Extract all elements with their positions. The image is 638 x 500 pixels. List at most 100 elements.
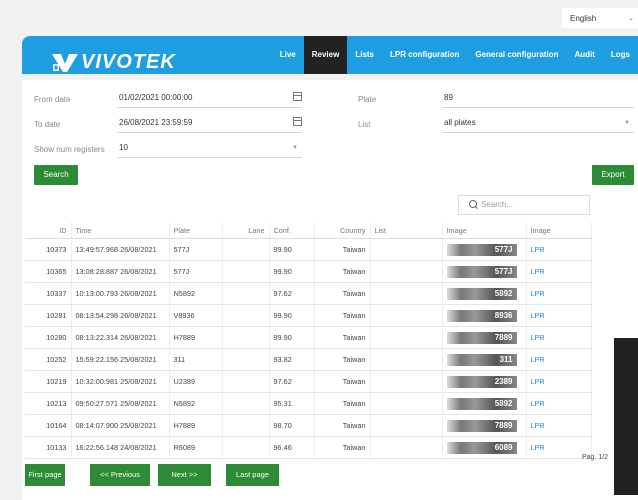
table-row[interactable]: 10337 10:13:00.793 26/08/2021 N5892 97.62 Ta… [25, 282, 592, 305]
search-button[interactable]: Search [34, 165, 78, 185]
lpr-link[interactable]: LPR [526, 304, 592, 327]
chevron-down-icon: ▼ [292, 145, 298, 151]
plate-thumbnail[interactable]: 8936 [446, 309, 517, 322]
column-header[interactable]: Image [526, 222, 592, 239]
cell-time: 08:13:22.314 26/08/2021 [71, 326, 170, 349]
search-icon [469, 200, 477, 208]
lpr-link[interactable]: LPR [526, 348, 592, 371]
column-header[interactable]: Image [442, 222, 527, 239]
column-header[interactable]: Plate [169, 222, 223, 239]
cell-list [370, 238, 443, 261]
nav-item-general-configuration[interactable]: General configuration [467, 36, 566, 74]
lpr-link[interactable]: LPR [526, 414, 592, 437]
export-button[interactable]: Export [592, 165, 634, 185]
nav-item-audit[interactable]: Audit [566, 36, 602, 74]
table-row[interactable]: 10252 15:59:22.156 25/08/2021 311 93.82 Taiw… [25, 348, 592, 371]
list-select[interactable]: all plates ▼ [442, 113, 634, 133]
column-header[interactable]: Lane [222, 222, 270, 239]
lpr-link[interactable]: LPR [526, 392, 592, 415]
lpr-link-text[interactable]: LPR [531, 399, 545, 408]
lpr-link[interactable]: LPR [526, 238, 592, 261]
column-header[interactable]: List [370, 222, 443, 239]
cell-conf: 99.90 [269, 260, 315, 283]
table-row[interactable]: 10164 08:14:07.900 25/08/2021 H7889 98.70 Ta… [25, 414, 592, 437]
table-search-input[interactable]: Search... [458, 195, 590, 215]
plate-thumbnail[interactable]: 7889 [446, 331, 517, 344]
next-page-button[interactable]: Next >> [158, 464, 211, 486]
plate-thumbnail[interactable]: 311 [446, 353, 517, 366]
table-row[interactable]: 10365 13:08:28.887 26/08/2021 577J 99.90 Tai… [25, 260, 592, 283]
last-page-button[interactable]: Last page [226, 464, 279, 486]
calendar-icon[interactable] [293, 92, 302, 101]
nav-item-lists[interactable]: Lists [347, 36, 382, 74]
lpr-link-text[interactable]: LPR [531, 267, 545, 276]
lpr-link[interactable]: LPR [526, 326, 592, 349]
cell-country: Taiwan [314, 436, 371, 459]
plate-thumbnail[interactable]: 2389 [446, 375, 517, 388]
lpr-link[interactable]: LPR [526, 260, 592, 283]
cell-time: 10:32:00.981 25/08/2021 [71, 370, 170, 393]
column-header[interactable]: ID [25, 222, 72, 239]
cell-lane [222, 238, 270, 261]
cell-conf: 97.62 [269, 370, 315, 393]
to-date-field[interactable]: 26/08/2021 23:59:59 [117, 113, 302, 133]
previous-page-button[interactable]: << Previous [90, 464, 150, 486]
lpr-link-text[interactable]: LPR [531, 377, 545, 386]
lpr-link-text[interactable]: LPR [531, 245, 545, 254]
plate-thumbnail[interactable]: 6089 [446, 441, 517, 454]
language-select[interactable]: English ⌄ [562, 8, 638, 28]
plate-thumbnail[interactable]: 577J [446, 243, 517, 256]
cell-plate: N5892 [169, 282, 223, 305]
nav-item-lpr-configuration[interactable]: LPR configuration [382, 36, 467, 74]
cell-lane [222, 304, 270, 327]
cell-plate: H7889 [169, 414, 223, 437]
lpr-link[interactable]: LPR [526, 282, 592, 305]
plate-thumbnail[interactable]: 7889 [446, 419, 517, 432]
cell-country: Taiwan [314, 326, 371, 349]
plate-thumbnail[interactable]: 577J [446, 265, 517, 278]
column-header[interactable]: Country [314, 222, 371, 239]
logo-text: VIVOTEK [81, 51, 176, 73]
cell-list [370, 304, 443, 327]
table-row[interactable]: 10373 13:49:57.968 26/08/2021 577J 99.90 Tai… [25, 238, 592, 261]
cell-conf: 97.62 [269, 282, 315, 305]
cell-time: 13:08:28.887 26/08/2021 [71, 260, 170, 283]
lpr-link-text[interactable]: LPR [531, 443, 545, 452]
plate-image: 8936 [442, 304, 527, 327]
nav-item-review[interactable]: Review [303, 36, 348, 74]
column-header[interactable]: Conf. [269, 222, 315, 239]
from-date-field[interactable]: 01/02/2021 00:00:00 [117, 88, 302, 108]
lpr-link-text[interactable]: LPR [531, 333, 545, 342]
cell-list [370, 260, 443, 283]
cell-plate: U2389 [169, 370, 223, 393]
calendar-icon[interactable] [293, 117, 302, 126]
cell-id: 10252 [25, 348, 72, 371]
plate-input[interactable]: 89 [442, 88, 634, 108]
lpr-link-text[interactable]: LPR [531, 355, 545, 364]
cell-id: 10164 [25, 414, 72, 437]
chevron-down-icon: ▼ [624, 120, 630, 126]
table-row[interactable]: 10281 08:13:54.298 26/08/2021 V8936 99.90 Ta… [25, 304, 592, 327]
lpr-link[interactable]: LPR [526, 370, 592, 393]
cell-plate: 311 [169, 348, 223, 371]
plate-thumbnail[interactable]: 5892 [446, 397, 517, 410]
plate-image: 577J [442, 238, 527, 261]
plate-image: 2389 [442, 370, 527, 393]
column-header[interactable]: Time [71, 222, 170, 239]
plate-label: Plate [358, 95, 377, 104]
lpr-link-text[interactable]: LPR [531, 311, 545, 320]
table-row[interactable]: 10213 09:50:27.571 25/08/2021 N5892 95.31 Ta… [25, 392, 592, 415]
nav-item-logs[interactable]: Logs [603, 36, 638, 74]
lpr-link-text[interactable]: LPR [531, 421, 545, 430]
plate-thumbnail[interactable]: 5892 [446, 287, 517, 300]
table-row[interactable]: 10133 16:22:56.148 24/08/2021 R6089 96.46 Ta… [25, 436, 592, 459]
cell-time: 09:50:27.571 25/08/2021 [71, 392, 170, 415]
cell-id: 10219 [25, 370, 72, 393]
lpr-link-text[interactable]: LPR [531, 289, 545, 298]
table-row[interactable]: 10219 10:32:00.981 25/08/2021 U2389 97.62 Ta… [25, 370, 592, 393]
num-registers-select[interactable]: 10 ▼ [117, 138, 302, 158]
first-page-button[interactable]: First page [25, 464, 65, 486]
table-row[interactable]: 10280 08:13:22.314 26/08/2021 H7889 99.90 Ta… [25, 326, 592, 349]
nav-item-live[interactable]: Live [272, 36, 304, 74]
cell-lane [222, 370, 270, 393]
